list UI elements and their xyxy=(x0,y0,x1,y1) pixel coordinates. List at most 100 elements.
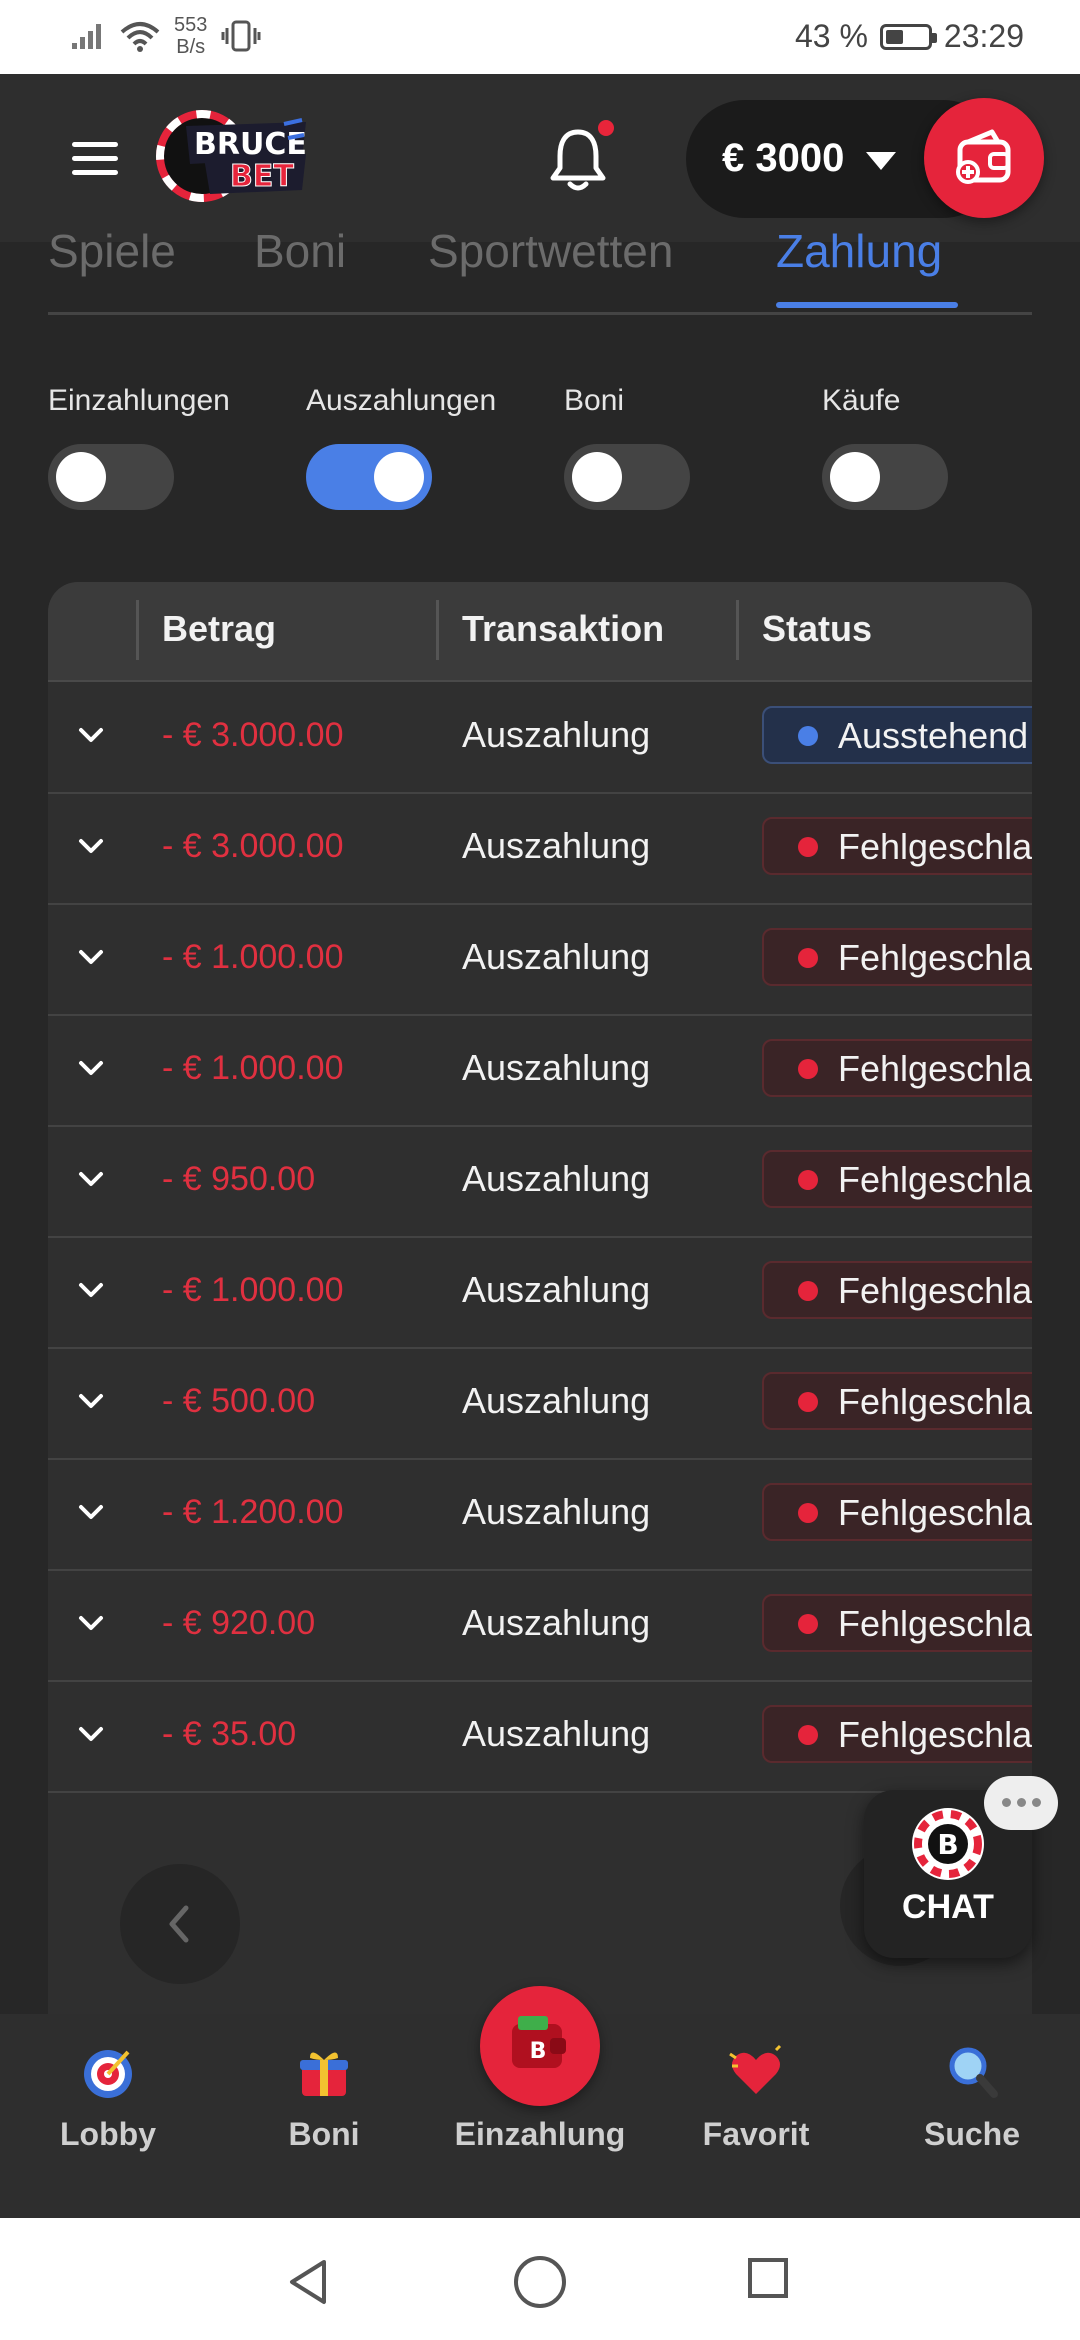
active-tab-indicator xyxy=(776,302,958,308)
target-icon xyxy=(84,2050,132,2098)
table-row[interactable]: - € 1.000.00 Auszahlung Fehlgeschla xyxy=(48,904,1032,1016)
status-right: 43 % 23:29 xyxy=(795,18,1024,55)
row-transaction: Auszahlung xyxy=(462,1158,651,1199)
row-transaction: Auszahlung xyxy=(462,1047,651,1088)
row-transaction: Auszahlung xyxy=(462,1380,651,1421)
status-badge: Fehlgeschla xyxy=(762,1261,1032,1319)
table-row[interactable]: - € 1.200.00 Auszahlung Fehlgeschla xyxy=(48,1459,1032,1571)
tab-boni[interactable]: Boni xyxy=(254,224,346,278)
chevron-down-icon[interactable] xyxy=(76,831,106,861)
chevron-down-icon[interactable] xyxy=(76,1719,106,1749)
deposit-wallet-button[interactable] xyxy=(924,98,1044,218)
column-divider xyxy=(436,600,439,660)
status-text: Fehlgeschla xyxy=(838,1603,1032,1644)
row-amount: - € 3.000.00 xyxy=(162,827,344,865)
filter-einzahlungen: Einzahlungen xyxy=(48,384,230,510)
table-row[interactable]: - € 1.000.00 Auszahlung Fehlgeschla xyxy=(48,1237,1032,1349)
table-row[interactable]: - € 35.00 Auszahlung Fehlgeschla xyxy=(48,1681,1032,1793)
nav-favorit[interactable]: Favorit xyxy=(648,2014,864,2218)
clock: 23:29 xyxy=(943,18,1024,54)
row-transaction: Auszahlung xyxy=(462,714,651,755)
history-tabs: Spiele Boni Sportwetten Zahlung xyxy=(48,225,1032,315)
nav-suche[interactable]: Suche xyxy=(864,2014,1080,2218)
network-speed-unit: B/s xyxy=(176,36,206,58)
chat-typing-bubble-icon xyxy=(984,1776,1058,1830)
table-header: Betrag Transaktion Status xyxy=(48,582,1032,682)
status-text: Fehlgeschla xyxy=(838,1492,1032,1533)
menu-icon[interactable] xyxy=(72,142,118,176)
table-row[interactable]: - € 920.00 Auszahlung Fehlgeschla xyxy=(48,1570,1032,1682)
status-badge: Ausstehend xyxy=(762,706,1032,764)
filter-boni: Boni xyxy=(564,384,690,510)
filter-kaeufe: Käufe xyxy=(822,384,948,510)
toggle-kaeufe[interactable] xyxy=(822,444,948,510)
status-badge: Fehlgeschla xyxy=(762,1372,1032,1430)
nav-label: Favorit xyxy=(702,2116,810,2152)
nav-label: Einzahlung xyxy=(454,2116,626,2152)
toggle-auszahlungen[interactable] xyxy=(306,444,432,510)
toggle-boni[interactable] xyxy=(564,444,690,510)
nav-boni[interactable]: Boni xyxy=(216,2014,432,2218)
network-speed: 553 B/s xyxy=(174,14,207,58)
chevron-down-icon[interactable] xyxy=(76,942,106,972)
logo-text-top: BRUCE xyxy=(194,127,307,162)
row-amount: - € 1.000.00 xyxy=(162,1271,344,1309)
column-divider xyxy=(136,600,139,660)
table-row[interactable]: - € 1.000.00 Auszahlung Fehlgeschla xyxy=(48,1015,1032,1127)
system-navigation-bar xyxy=(0,2218,1080,2340)
chevron-down-icon[interactable] xyxy=(76,1608,106,1638)
chevron-down-icon[interactable] xyxy=(76,720,106,750)
status-badge: Fehlgeschla xyxy=(762,1483,1032,1541)
status-badge: Fehlgeschla xyxy=(762,1039,1032,1097)
previous-page-button[interactable] xyxy=(120,1864,240,1984)
chevron-down-icon[interactable] xyxy=(76,1275,106,1305)
status-text: Fehlgeschla xyxy=(838,1159,1032,1200)
notification-bell-icon[interactable] xyxy=(548,126,608,192)
brucebet-logo[interactable]: BRUCE BET xyxy=(156,104,312,204)
row-amount: - € 1.000.00 xyxy=(162,1049,344,1087)
chevron-down-icon[interactable] xyxy=(76,1386,106,1416)
notification-badge xyxy=(598,120,614,136)
signal-icon xyxy=(72,24,101,49)
chevron-down-icon[interactable] xyxy=(76,1053,106,1083)
row-transaction: Auszahlung xyxy=(462,825,651,866)
svg-text:B: B xyxy=(530,2039,547,2064)
tab-sportwetten[interactable]: Sportwetten xyxy=(428,224,673,278)
row-amount: - € 1.200.00 xyxy=(162,1493,344,1531)
heart-icon xyxy=(729,2044,782,2094)
table-row[interactable]: - € 3.000.00 Auszahlung Fehlgeschla xyxy=(48,793,1032,905)
filter-auszahlungen: Auszahlungen xyxy=(306,384,497,510)
home-circle-icon[interactable] xyxy=(514,2256,566,2308)
column-betrag[interactable]: Betrag xyxy=(162,608,276,650)
status-text: Fehlgeschla xyxy=(838,1381,1032,1422)
table-row[interactable]: - € 950.00 Auszahlung Fehlgeschla xyxy=(48,1126,1032,1238)
recent-apps-square-icon[interactable] xyxy=(748,2258,788,2298)
row-amount: - € 500.00 xyxy=(162,1382,316,1420)
status-text: Fehlgeschla xyxy=(838,1270,1032,1311)
column-status[interactable]: Status xyxy=(762,608,872,650)
filter-label: Auszahlungen xyxy=(306,384,497,417)
chat-logo-icon: B xyxy=(912,1808,984,1880)
table-row[interactable]: - € 500.00 Auszahlung Fehlgeschla xyxy=(48,1348,1032,1460)
row-transaction: Auszahlung xyxy=(462,1713,651,1754)
tab-spiele[interactable]: Spiele xyxy=(48,224,176,278)
row-transaction: Auszahlung xyxy=(462,1602,651,1643)
row-amount: - € 35.00 xyxy=(162,1715,297,1753)
chevron-down-icon[interactable] xyxy=(76,1497,106,1527)
toggle-einzahlungen[interactable] xyxy=(48,444,174,510)
balance-amount: € 3000 xyxy=(722,136,845,180)
table-row[interactable]: - € 3.000.00 Auszahlung Ausstehend xyxy=(48,682,1032,794)
nav-lobby[interactable]: Lobby xyxy=(0,2014,216,2218)
einzahlung-center-button[interactable]: B xyxy=(480,1986,600,2106)
tab-zahlung[interactable]: Zahlung xyxy=(776,224,942,278)
status-text: Fehlgeschla xyxy=(838,826,1032,867)
caret-down-icon xyxy=(866,152,896,170)
gift-icon xyxy=(300,2052,348,2096)
chevron-down-icon[interactable] xyxy=(76,1164,106,1194)
status-text: Ausstehend xyxy=(838,715,1029,756)
filter-label: Käufe xyxy=(822,384,901,417)
app-header: BRUCE BET € 3000 xyxy=(0,74,1080,242)
column-transaktion[interactable]: Transaktion xyxy=(462,608,664,650)
row-amount: - € 1.000.00 xyxy=(162,938,344,976)
back-triangle-icon[interactable] xyxy=(286,2258,330,2306)
